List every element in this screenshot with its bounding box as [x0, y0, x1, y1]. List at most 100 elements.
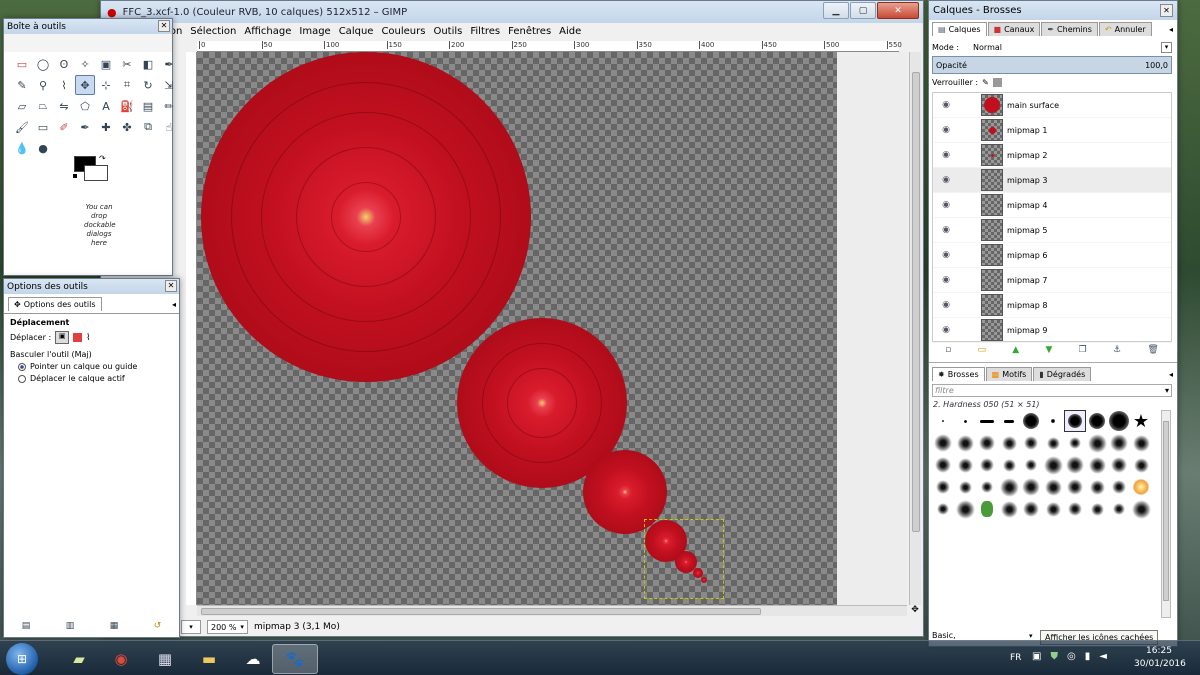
move-path-toggle[interactable]: ⌇	[86, 333, 90, 343]
layer-row[interactable]: ◉ main surface	[933, 93, 1171, 118]
brush-preset[interactable]	[954, 432, 976, 454]
layer-row[interactable]: ◉ mipmap 6	[933, 243, 1171, 268]
tab-channels[interactable]: ■ Canaux	[987, 22, 1041, 36]
tab-undo[interactable]: ↶ Annuler	[1098, 22, 1152, 36]
paths-icon[interactable]: ✒	[159, 54, 179, 74]
fuzzy-select-icon[interactable]: ✧	[75, 54, 95, 74]
visibility-eye-icon[interactable]: ◉	[933, 100, 959, 110]
brush-tag-chevron-icon[interactable]: ▾	[1029, 632, 1033, 640]
tab-gradients[interactable]: ▮ Dégradés	[1033, 367, 1092, 381]
brush-preset[interactable]	[932, 476, 954, 498]
brush-preset[interactable]	[976, 410, 998, 432]
default-colors-icon[interactable]	[72, 173, 78, 179]
toolbox-close-button[interactable]: ✕	[158, 20, 170, 32]
brush-preset[interactable]	[998, 410, 1020, 432]
close-button[interactable]: ✕	[877, 2, 919, 19]
brush-preset[interactable]	[998, 498, 1020, 520]
brushes-tab-menu-icon[interactable]: ◂	[1169, 370, 1173, 379]
tool-options-close-button[interactable]: ✕	[165, 280, 177, 292]
zoom-icon[interactable]: ⚲	[33, 75, 53, 95]
blur-icon[interactable]: 💧	[12, 138, 32, 158]
radio-empty-icon[interactable]	[18, 374, 26, 383]
lower-layer-icon[interactable]: ▼	[1045, 345, 1052, 359]
visibility-eye-icon[interactable]: ◉	[933, 125, 959, 135]
brush-preset[interactable]	[1020, 498, 1042, 520]
visibility-eye-icon[interactable]: ◉	[933, 325, 959, 335]
layer-row[interactable]: ◉ mipmap 8	[933, 293, 1171, 318]
airbrush-icon[interactable]: ✐	[54, 117, 74, 137]
menu-7[interactable]: Outils	[433, 26, 462, 37]
foreground-select-icon[interactable]: ◧	[138, 54, 158, 74]
start-button[interactable]: ⊞	[6, 643, 38, 675]
tab-patterns[interactable]: ▩ Motifs	[985, 367, 1033, 381]
dodge-burn-icon[interactable]: ●	[33, 138, 53, 158]
reset-options-icon[interactable]: ↺	[154, 621, 162, 635]
brush-preset[interactable]	[1108, 432, 1130, 454]
layer-row[interactable]: ◉ mipmap 5	[933, 218, 1171, 243]
color-picker-icon[interactable]: ✎	[12, 75, 32, 95]
blend-icon[interactable]: ▤	[138, 96, 158, 116]
brush-preset[interactable]	[1130, 498, 1152, 520]
flip-icon[interactable]: ⇋	[54, 96, 74, 116]
brush-preset[interactable]	[1108, 454, 1130, 476]
brush-preset[interactable]	[1064, 410, 1086, 432]
taskbar-explorer-button[interactable]: ▬	[186, 644, 232, 674]
tray-network-icon[interactable]: ▮	[1085, 651, 1091, 662]
brush-preset[interactable]	[932, 432, 954, 454]
brush-filter-input[interactable]: filtre ▾	[932, 384, 1172, 397]
brush-preset[interactable]	[976, 454, 998, 476]
opacity-slider[interactable]: Opacité 100,0	[932, 56, 1172, 74]
brush-preset[interactable]	[1064, 476, 1086, 498]
perspective-icon[interactable]: ⏢	[33, 96, 53, 116]
visibility-eye-icon[interactable]: ◉	[933, 200, 959, 210]
move-selection-toggle[interactable]	[73, 333, 83, 342]
measure-icon[interactable]: ⌇	[54, 75, 74, 95]
tab-menu-icon[interactable]: ◂	[172, 300, 176, 309]
toolbox-window[interactable]: Boîte à outils ✕ ▭ ◯ ʘ ✧ ▣ ✂ ◧ ✒ ✎ ⚲ ⌇ ✥ ⊹ ⌗ ↻ ⇲ ▱ ⏢ ⇋ ⬠ A ⛽ ▤…	[3, 18, 174, 276]
ink-icon[interactable]: ✒	[75, 117, 95, 137]
brush-preset[interactable]	[998, 432, 1020, 454]
anchor-layer-icon[interactable]: ⚓	[1113, 345, 1121, 359]
move-icon[interactable]: ✥	[75, 75, 95, 95]
layer-row[interactable]: ◉ mipmap 9	[933, 318, 1171, 343]
brush-preset[interactable]	[1086, 454, 1108, 476]
brush-preset[interactable]	[1042, 476, 1064, 498]
cage-icon[interactable]: ⬠	[75, 96, 95, 116]
delete-layer-icon[interactable]: 🗑	[1147, 345, 1158, 359]
taskbar-onedrive-button[interactable]: ☁	[230, 644, 276, 674]
brush-preset[interactable]	[1042, 410, 1064, 432]
brush-preset[interactable]	[1020, 454, 1042, 476]
clock[interactable]: 16:25 30/01/2016	[1134, 645, 1186, 671]
lock-alpha-icon[interactable]	[992, 78, 1002, 87]
brush-preset[interactable]	[1086, 476, 1108, 498]
brush-preset[interactable]	[932, 410, 954, 432]
brush-preset[interactable]	[1130, 432, 1152, 454]
brush-preset[interactable]	[1108, 476, 1130, 498]
filter-chevron-icon[interactable]: ▾	[1165, 386, 1169, 395]
tab-paths[interactable]: ✒ Chemins	[1041, 22, 1098, 36]
eraser-icon[interactable]: ▭	[33, 117, 53, 137]
option-radio-row[interactable]: Déplacer le calque actif	[18, 374, 173, 383]
lasso-icon[interactable]: ʘ	[54, 54, 74, 74]
ellipse-select-icon[interactable]: ◯	[33, 54, 53, 74]
brush-preset[interactable]	[1020, 476, 1042, 498]
layers-tab-menu-icon[interactable]: ◂	[1169, 25, 1173, 34]
brush-preset[interactable]	[1130, 476, 1152, 498]
shear-icon[interactable]: ▱	[12, 96, 32, 116]
tray-security-icon[interactable]: ⛊	[1050, 651, 1058, 662]
toolbox-titlebar[interactable]: Boîte à outils ✕	[4, 19, 172, 34]
scale-icon[interactable]: ⇲	[159, 75, 179, 95]
brush-preset[interactable]	[998, 454, 1020, 476]
paintbrush-icon[interactable]: 🖌	[12, 117, 32, 137]
layer-row[interactable]: ◉ mipmap 1	[933, 118, 1171, 143]
image-window-titlebar[interactable]: ● FFC_3.xcf-1.0 (Couleur RVB, 10 calques…	[101, 1, 923, 23]
brush-preset[interactable]	[976, 432, 998, 454]
new-layer-icon[interactable]: ▫	[945, 345, 951, 359]
brush-preset[interactable]	[1108, 410, 1130, 432]
color-select-icon[interactable]: ▣	[96, 54, 116, 74]
vertical-scrollbar[interactable]	[909, 52, 921, 605]
swap-colors-icon[interactable]: ↷	[99, 154, 106, 163]
menu-10[interactable]: Aide	[559, 26, 581, 37]
brush-preset[interactable]	[932, 454, 954, 476]
restore-options-icon[interactable]: ▥	[66, 621, 75, 635]
